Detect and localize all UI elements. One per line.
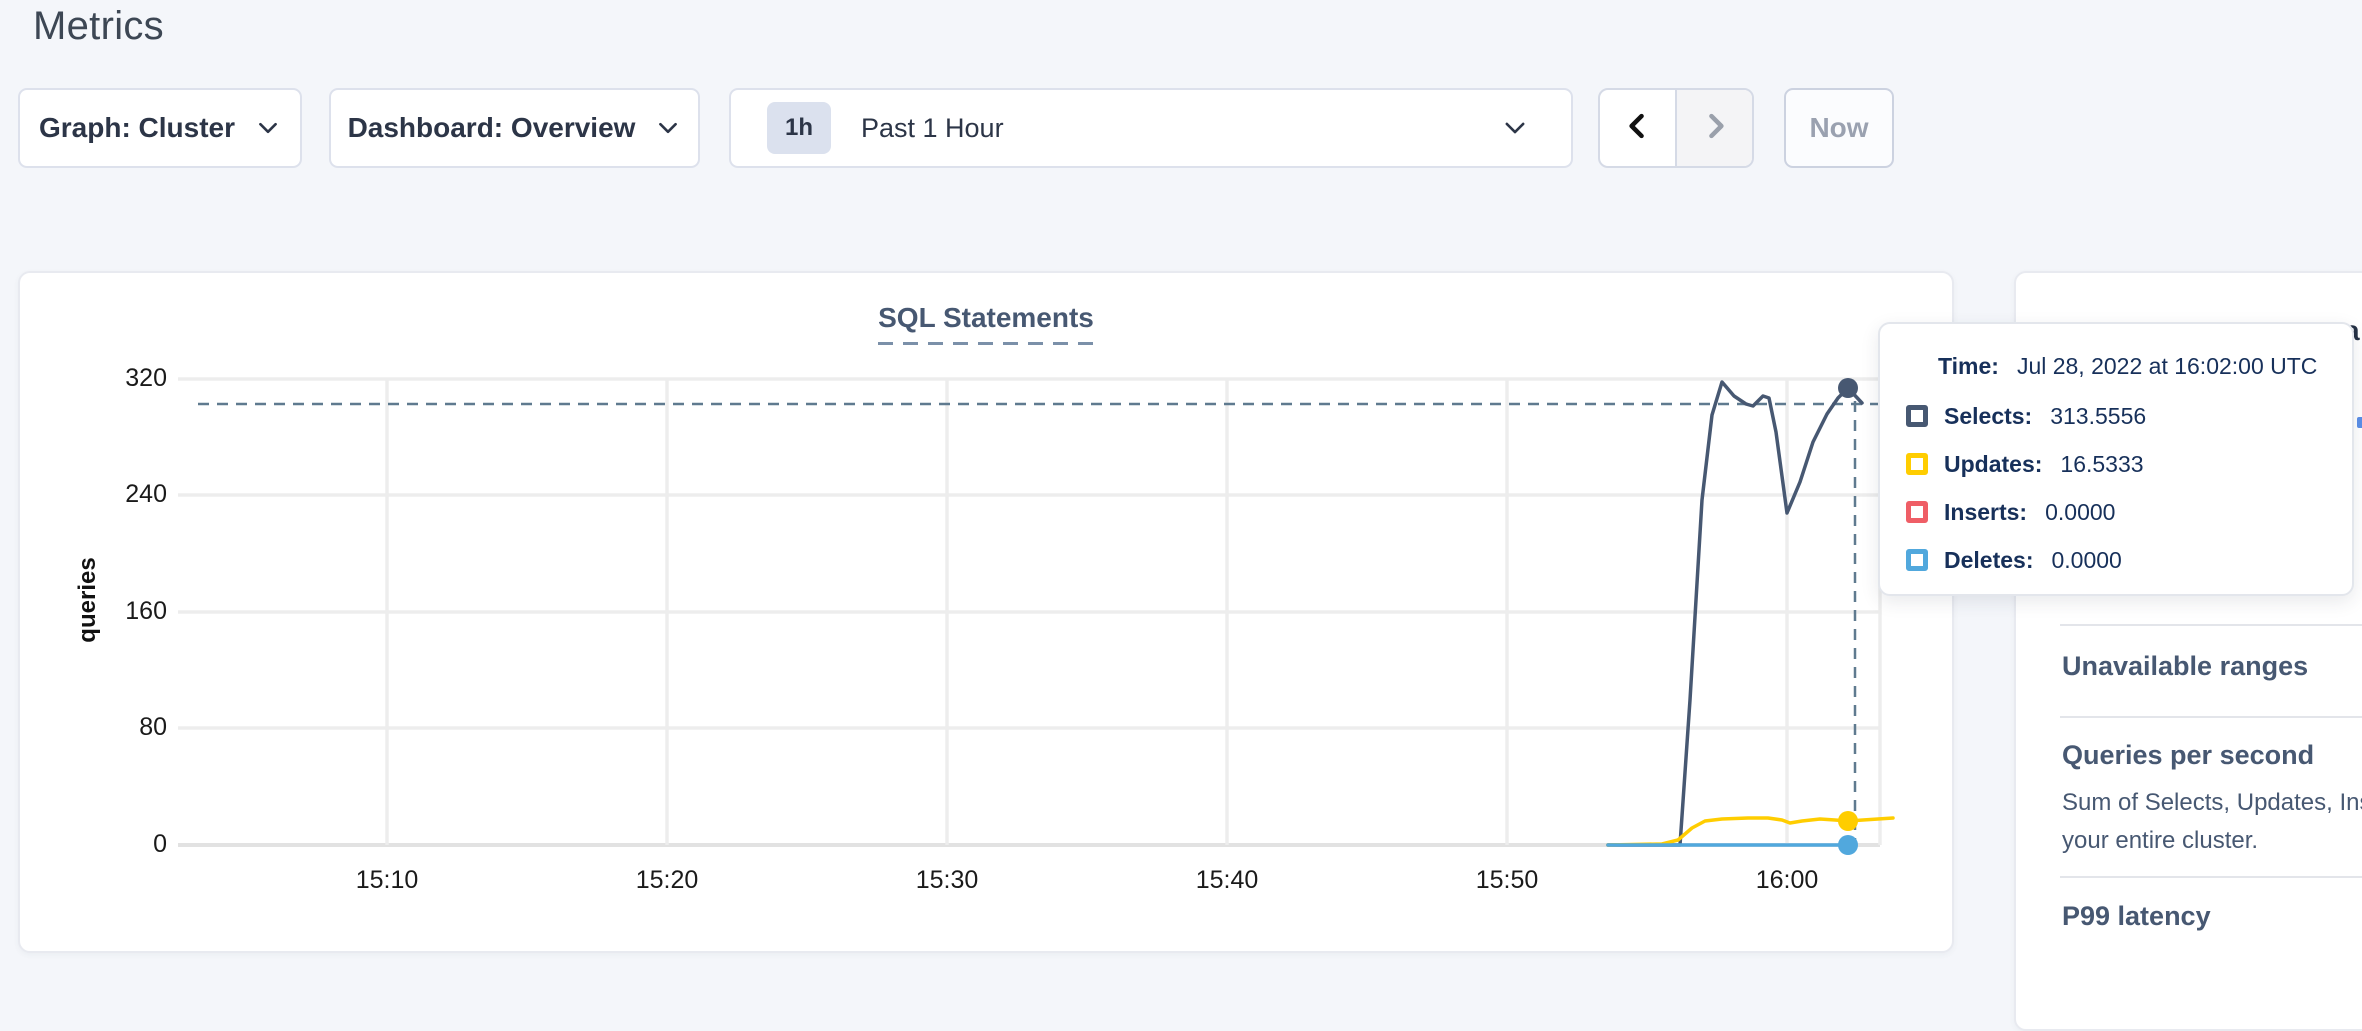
tooltip-updates-label: Updates: <box>1944 451 2042 478</box>
x-axis-tick-label: 15:30 <box>877 866 1017 895</box>
tooltip-updates-value: 16.5333 <box>2060 451 2143 478</box>
graph-dropdown-label: Graph: Cluster <box>39 112 235 144</box>
y-axis-tick-label: 320 <box>47 364 167 393</box>
chevron-down-icon <box>1501 114 1529 142</box>
sidebar-description-line: Sum of Selects, Updates, Inser <box>2062 789 2362 817</box>
prev-time-button[interactable] <box>1600 90 1675 166</box>
graph-dropdown[interactable]: Graph: Cluster <box>18 88 302 168</box>
selects-legend-swatch-icon <box>1906 405 1928 427</box>
tooltip-time-row: Time: Jul 28, 2022 at 16:02:00 UTC <box>1938 350 2338 382</box>
x-axis-tick-label: 15:10 <box>317 866 457 895</box>
tooltip-deletes-value: 0.0000 <box>2051 547 2121 574</box>
sidebar-divider <box>2060 876 2362 878</box>
sidebar-heading-queries-per-second: Queries per second <box>2062 740 2314 771</box>
sql-statements-chart-card <box>18 271 1954 953</box>
tooltip-time-value: Jul 28, 2022 at 16:02:00 UTC <box>2017 353 2317 380</box>
time-range-selector[interactable]: 1h Past 1 Hour <box>729 88 1573 168</box>
x-axis-tick-label: 15:50 <box>1437 866 1577 895</box>
tooltip-deletes-label: Deletes: <box>1944 547 2033 574</box>
page-title: Metrics <box>33 4 164 49</box>
time-range-label: Past 1 Hour <box>861 113 1501 144</box>
sidebar-heading-p99-latency: P99 latency <box>2062 901 2211 932</box>
next-time-button[interactable] <box>1675 90 1752 166</box>
sidebar-divider <box>2060 624 2362 626</box>
x-axis-tick-label: 15:20 <box>597 866 737 895</box>
chevron-down-icon <box>655 115 681 141</box>
tooltip-inserts-label: Inserts: <box>1944 499 2027 526</box>
tooltip-selects-value: 313.5556 <box>2050 403 2146 430</box>
tooltip-row-deletes: Deletes: 0.0000 <box>1906 544 2338 576</box>
y-axis-tick-label: 160 <box>47 597 167 626</box>
tooltip-row-inserts: Inserts: 0.0000 <box>1906 496 2338 528</box>
y-axis-tick-label: 80 <box>47 713 167 742</box>
tooltip-time-label: Time: <box>1938 353 1999 380</box>
x-axis-tick-label: 15:40 <box>1157 866 1297 895</box>
chart-title[interactable]: SQL Statements <box>878 302 1094 345</box>
updates-legend-swatch-icon <box>1906 453 1928 475</box>
chevron-right-icon <box>1698 109 1732 148</box>
time-pager <box>1598 88 1754 168</box>
chevron-down-icon <box>255 115 281 141</box>
deletes-legend-swatch-icon <box>1906 549 1928 571</box>
inserts-legend-swatch-icon <box>1906 501 1928 523</box>
sidebar-clipped-link-fragment <box>2357 417 2362 428</box>
tooltip-row-selects: Selects: 313.5556 <box>1906 400 2338 432</box>
chart-hover-tooltip: Time: Jul 28, 2022 at 16:02:00 UTC Selec… <box>1878 322 2354 596</box>
x-axis-tick-label: 16:00 <box>1717 866 1857 895</box>
y-axis-tick-label: 0 <box>47 830 167 859</box>
dashboard-dropdown[interactable]: Dashboard: Overview <box>329 88 700 168</box>
tooltip-selects-label: Selects: <box>1944 403 2032 430</box>
chart-title-wrap: SQL Statements <box>18 302 1954 345</box>
now-button[interactable]: Now <box>1784 88 1894 168</box>
sidebar-description-line: your entire cluster. <box>2062 827 2258 855</box>
sidebar-divider <box>2060 716 2362 718</box>
chevron-left-icon <box>1621 109 1655 148</box>
time-range-badge: 1h <box>767 102 831 154</box>
dashboard-dropdown-label: Dashboard: Overview <box>348 112 636 144</box>
tooltip-inserts-value: 0.0000 <box>2045 499 2115 526</box>
y-axis-tick-label: 240 <box>47 480 167 509</box>
sidebar-heading-unavailable-ranges: Unavailable ranges <box>2062 651 2308 682</box>
tooltip-row-updates: Updates: 16.5333 <box>1906 448 2338 480</box>
